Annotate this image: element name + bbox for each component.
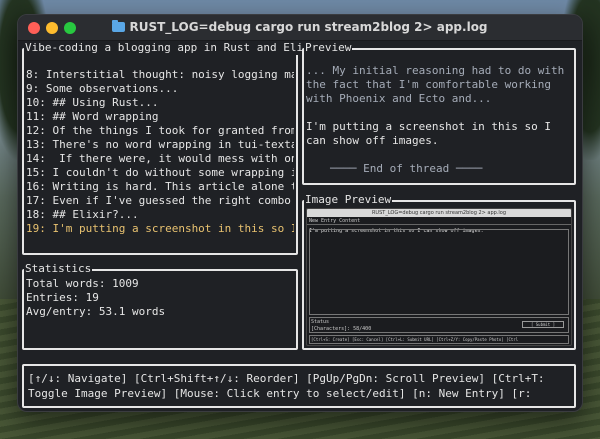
entry-item[interactable]: 14: If there were, it would mess with on… (26, 152, 294, 166)
thumbnail-submit: [ Submit ] (522, 321, 564, 328)
preview-content: ... My initial reasoning had to do with … (306, 54, 572, 181)
average-words-stat: Avg/entry: 53.1 words (26, 305, 166, 318)
window-title: RUST_LOG=debug cargo run stream2blog 2> … (18, 20, 582, 34)
screenshot-thumbnail: RUST_LOG=debug cargo run stream2blog 2> … (306, 208, 572, 346)
entry-item[interactable]: 12: Of the things I took for granted fro… (26, 124, 294, 138)
image-preview-pane: RUST_LOG=debug cargo run stream2blog 2> … (302, 200, 576, 350)
statistics-pane-title: Statistics (24, 262, 93, 276)
thumbnail-editor-box (309, 229, 569, 315)
keybindings-help-pane: [↑/↓: Navigate] [Ctrl+Shift+↑/↓: Reorder… (22, 364, 576, 408)
entry-item[interactable]: 10: ## Using Rust... (26, 96, 294, 110)
entries-pane-title: Vibe-coding a blogging app in Rust and E… (24, 41, 305, 55)
entry-item (26, 54, 294, 68)
entries-list[interactable]: 8: Interstitial thought: noisy logging m… (26, 54, 294, 251)
end-of-thread-marker: ──── End of thread ──── (330, 162, 483, 175)
total-words-stat: Total words: 1009 (26, 277, 139, 290)
thumbnail-status-text: Status [Characters]: 58/400 (311, 319, 372, 332)
entry-item[interactable]: 13: There's no word wrapping in tui-text… (26, 138, 294, 152)
statistics-content: Total words: 1009 Entries: 19 Avg/entry:… (26, 277, 294, 346)
entries-pane[interactable]: 8: Interstitial thought: noisy logging m… (22, 48, 298, 255)
keybindings-help-text: [↑/↓: Navigate] [Ctrl+Shift+↑/↓: Reorder… (28, 372, 545, 404)
entry-item[interactable]: 18: ## Elixir?... (26, 208, 294, 222)
preview-pane-title: Preview (304, 41, 353, 55)
entry-item[interactable]: 15: I couldn't do without some wrapping … (26, 166, 294, 180)
title-bar[interactable]: RUST_LOG=debug cargo run stream2blog 2> … (18, 15, 582, 41)
window-title-text: RUST_LOG=debug cargo run stream2blog 2> … (129, 20, 488, 34)
preview-current-entry: I'm putting a screenshot in this so I ca… (306, 120, 558, 147)
entry-item[interactable]: 16: Writing is hard. This article alone … (26, 180, 294, 194)
thumbnail-help: [Ctrl+S: Create] [Esc: Cancel] [Ctrl+L: … (309, 335, 569, 344)
entry-item-selected[interactable]: 19: I'm putting a screenshot in this so … (26, 222, 294, 236)
entry-item[interactable]: 8: Interstitial thought: noisy logging m… (26, 68, 294, 82)
entry-item[interactable]: 9: Some observations... (26, 82, 294, 96)
folder-icon (112, 20, 126, 32)
terminal-window: RUST_LOG=debug cargo run stream2blog 2> … (17, 14, 583, 412)
entries-count-stat: Entries: 19 (26, 291, 99, 304)
entry-item[interactable]: 17: Even if I've guessed the right combo… (26, 194, 294, 208)
thumbnail-status: Status [Characters]: 58/400 [ Submit ] (309, 317, 569, 333)
thumbnail-title-bar: RUST_LOG=debug cargo run stream2blog 2> … (307, 209, 571, 217)
image-preview-pane-title: Image Preview (304, 193, 393, 207)
preview-pane[interactable]: ... My initial reasoning had to do with … (302, 48, 576, 185)
preview-previous-entry: ... My initial reasoning had to do with … (306, 64, 571, 105)
entry-item[interactable]: 11: ## Word wrapping (26, 110, 294, 124)
statistics-pane: Total words: 1009 Entries: 19 Avg/entry:… (22, 269, 298, 350)
thumbnail-tabs: New Entry Content (307, 217, 571, 225)
